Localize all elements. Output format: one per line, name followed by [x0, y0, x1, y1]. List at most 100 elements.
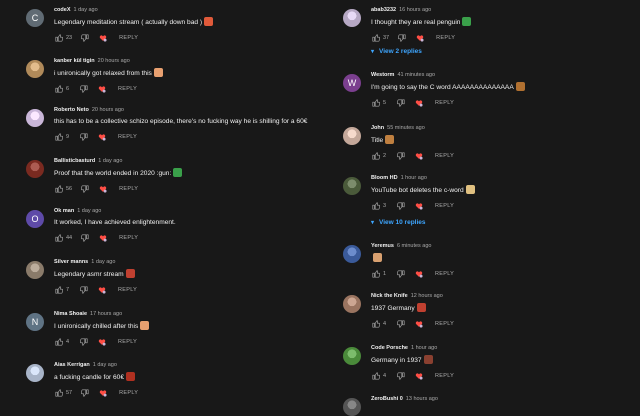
comment-timestamp[interactable]: 1 day ago	[91, 259, 115, 265]
avatar[interactable]	[26, 364, 44, 382]
avatar[interactable]	[26, 261, 44, 279]
reply-button[interactable]: REPLY	[436, 35, 455, 41]
avatar[interactable]: C	[26, 9, 44, 27]
like-icon[interactable]	[371, 33, 380, 42]
comment-author[interactable]: Nick the Knife	[371, 293, 408, 299]
like-icon[interactable]	[54, 285, 63, 294]
comment-author[interactable]: Aias Kerrigan	[54, 362, 90, 368]
comment-timestamp[interactable]: 1 day ago	[77, 208, 101, 214]
comment-author[interactable]: Bloom HD	[371, 175, 398, 181]
avatar[interactable]	[26, 109, 44, 127]
reply-button[interactable]: REPLY	[119, 390, 138, 396]
dislike-icon[interactable]	[396, 201, 405, 210]
comment-timestamp[interactable]: 1 day ago	[93, 362, 117, 368]
comment-author[interactable]: Ballisticbasturd	[54, 158, 95, 164]
avatar[interactable]: W	[343, 74, 361, 92]
like-icon[interactable]	[54, 84, 63, 93]
like-icon[interactable]	[54, 33, 63, 42]
like-icon[interactable]	[54, 337, 63, 346]
comment-body: John 55 minutes ago Title 2 REPLY	[371, 124, 633, 160]
reply-button[interactable]: REPLY	[119, 186, 138, 192]
like-icon[interactable]	[54, 132, 63, 141]
dislike-icon[interactable]	[397, 33, 406, 42]
comment-author[interactable]: codeX	[54, 7, 71, 13]
dislike-icon[interactable]	[396, 98, 405, 107]
reply-button[interactable]: REPLY	[119, 35, 138, 41]
reply-button[interactable]: REPLY	[435, 271, 454, 277]
avatar[interactable]	[26, 160, 44, 178]
like-icon[interactable]	[371, 319, 380, 328]
like-icon[interactable]	[54, 233, 63, 242]
reply-button[interactable]: REPLY	[118, 287, 137, 293]
comment-author[interactable]: Roberto Neto	[54, 107, 89, 113]
reply-button[interactable]: REPLY	[118, 134, 137, 140]
avatar[interactable]	[343, 177, 361, 195]
avatar[interactable]	[343, 295, 361, 313]
dislike-icon[interactable]	[396, 151, 405, 160]
dislike-icon[interactable]	[80, 184, 89, 193]
comment-author[interactable]: ZeroBushi 0	[371, 396, 403, 402]
avatar[interactable]	[343, 245, 361, 263]
dislike-icon[interactable]	[396, 269, 405, 278]
like-icon[interactable]	[371, 151, 380, 160]
comment-timestamp[interactable]: 1 day ago	[74, 7, 98, 13]
comment-timestamp[interactable]: 16 hours ago	[399, 7, 431, 13]
avatar[interactable]: N	[26, 313, 44, 331]
avatar[interactable]: O	[26, 210, 44, 228]
reply-button[interactable]: REPLY	[119, 235, 138, 241]
dislike-icon[interactable]	[79, 84, 88, 93]
comment-timestamp[interactable]: 1 hour ago	[401, 175, 427, 181]
view-replies-button[interactable]: ▾ View 2 replies	[371, 48, 422, 55]
dislike-icon[interactable]	[79, 132, 88, 141]
comment-author[interactable]: Ok man	[54, 208, 74, 214]
comment-author[interactable]: Yeremus	[371, 243, 394, 249]
comment-author[interactable]: Code Porsche	[371, 345, 408, 351]
like-icon[interactable]	[371, 371, 380, 380]
avatar[interactable]	[26, 60, 44, 78]
chevron-down-icon: ▾	[371, 49, 375, 55]
comment-timestamp[interactable]: 6 minutes ago	[397, 243, 432, 249]
reply-button[interactable]: REPLY	[435, 100, 454, 106]
like-icon[interactable]	[371, 98, 380, 107]
comment-author[interactable]: abab3232	[371, 7, 396, 13]
like-icon[interactable]	[54, 184, 63, 193]
avatar[interactable]	[343, 127, 361, 145]
dislike-icon[interactable]	[79, 337, 88, 346]
reply-button[interactable]: REPLY	[118, 86, 137, 92]
comment-author[interactable]: Nima Shoaie	[54, 311, 87, 317]
dislike-icon[interactable]	[80, 388, 89, 397]
like-icon[interactable]	[371, 201, 380, 210]
comment-timestamp[interactable]: 20 hours ago	[98, 58, 130, 64]
reply-button[interactable]: REPLY	[435, 203, 454, 209]
comment-author[interactable]: kanber kül tigin	[54, 58, 95, 64]
reply-button[interactable]: REPLY	[118, 339, 137, 345]
comment-timestamp[interactable]: 55 minutes ago	[387, 125, 425, 131]
comment-timestamp[interactable]: 1 hour ago	[411, 345, 437, 351]
avatar[interactable]	[343, 347, 361, 365]
comment-timestamp[interactable]: 20 hours ago	[92, 107, 124, 113]
comment-timestamp[interactable]: 41 minutes ago	[397, 72, 435, 78]
comment-author[interactable]: Westorm	[371, 72, 394, 78]
dislike-icon[interactable]	[79, 285, 88, 294]
comment-timestamp[interactable]: 13 hours ago	[406, 396, 438, 402]
reply-button[interactable]: REPLY	[435, 321, 454, 327]
avatar[interactable]	[343, 9, 361, 27]
dislike-icon[interactable]	[396, 319, 405, 328]
comment-author[interactable]: Silver manns	[54, 259, 88, 265]
reply-button[interactable]: REPLY	[435, 373, 454, 379]
comment-timestamp[interactable]: 12 hours ago	[411, 293, 443, 299]
like-icon[interactable]	[54, 388, 63, 397]
like-icon[interactable]	[371, 269, 380, 278]
reply-button[interactable]: REPLY	[435, 153, 454, 159]
dislike-icon[interactable]	[80, 33, 89, 42]
avatar[interactable]	[343, 398, 361, 416]
comment-author[interactable]: John	[371, 125, 384, 131]
comment-text: Title	[371, 135, 633, 145]
comment-timestamp[interactable]: 17 hours ago	[90, 311, 122, 317]
avatar-letter: O	[31, 214, 39, 224]
comment-body: Nima Shoaie 17 hours ago I unironically ch…	[54, 310, 326, 346]
dislike-icon[interactable]	[396, 371, 405, 380]
dislike-icon[interactable]	[80, 233, 89, 242]
comment-timestamp[interactable]: 1 day ago	[98, 158, 122, 164]
view-replies-button[interactable]: ▾ View 10 replies	[371, 219, 426, 226]
